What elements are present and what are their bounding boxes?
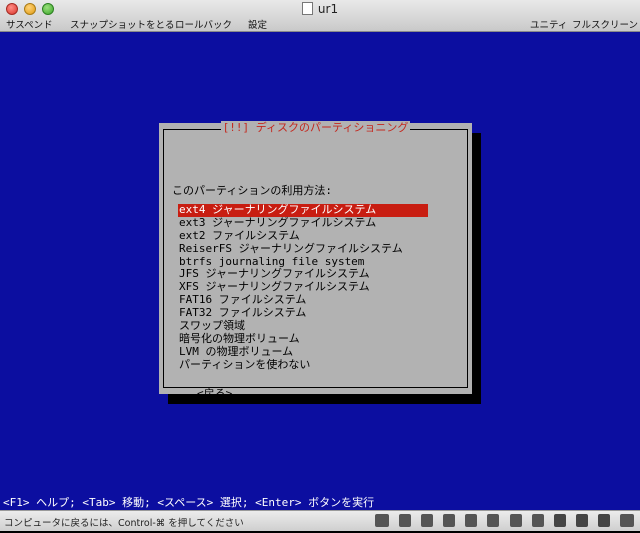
- option-item[interactable]: スワップ領域: [178, 319, 428, 333]
- option-item[interactable]: ext3 ジャーナリングファイルシステム: [178, 216, 428, 230]
- unity-button[interactable]: ユニティ: [530, 17, 567, 31]
- cd-icon[interactable]: [443, 514, 456, 527]
- fullscreen-button[interactable]: フルスクリーン: [572, 17, 638, 31]
- keyboard-icon[interactable]: [620, 514, 634, 527]
- device-icon-1[interactable]: [553, 514, 566, 527]
- option-item[interactable]: ext2 ファイルシステム: [178, 229, 428, 243]
- camera-icon[interactable]: [531, 514, 544, 527]
- document-icon: [301, 2, 313, 15]
- device-tray: [370, 514, 634, 528]
- device-icon-2[interactable]: [575, 514, 588, 527]
- option-item[interactable]: ext4 ジャーナリングファイルシステム: [178, 203, 428, 217]
- option-item[interactable]: ReiserFS ジャーナリングファイルシステム: [178, 242, 428, 256]
- option-item[interactable]: LVM の物理ボリューム: [178, 345, 428, 359]
- toolbar: サスペンド スナップショットをとる ロールバック 設定 ユニティ フルスクリーン: [0, 17, 640, 31]
- harddisk-icon[interactable]: [374, 514, 389, 527]
- vm-screen[interactable]: [!!] ディスクのパーティショニング このパーティションの利用方法: ext4…: [0, 32, 640, 510]
- partition-dialog: [!!] ディスクのパーティショニング このパーティションの利用方法: ext4…: [159, 121, 472, 400]
- window-title: ur1: [0, 2, 640, 16]
- help-line: <F1> ヘルプ; <Tab> 移動; <スペース> 選択; <Enter> ボ…: [3, 496, 375, 509]
- dialog-prompt: このパーティションの利用方法:: [172, 184, 332, 197]
- network-icon[interactable]: [465, 514, 478, 527]
- snapshot-button[interactable]: スナップショットをとる: [70, 17, 175, 31]
- back-button[interactable]: <戻る>: [197, 385, 232, 401]
- dialog-title: [!!] ディスクのパーティショニング: [220, 121, 411, 134]
- option-list: ext4 ジャーナリングファイルシステム ext3 ジャーナリングファイルシステム…: [178, 203, 428, 372]
- status-text: コンピュータに戻るには、Control-⌘ を押してください: [4, 518, 244, 529]
- device-icon-3[interactable]: [597, 514, 610, 527]
- option-item[interactable]: パーティションを使わない: [178, 358, 428, 372]
- suspend-button[interactable]: サスペンド: [6, 17, 53, 31]
- sound-icon[interactable]: [509, 514, 522, 527]
- bluetooth-icon[interactable]: [399, 514, 412, 527]
- settings-button[interactable]: 設定: [248, 17, 267, 31]
- rollback-button[interactable]: ロールバック: [175, 17, 232, 31]
- printer-icon[interactable]: [487, 514, 500, 527]
- window-titlebar: ur1 サスペンド スナップショットをとる ロールバック 設定 ユニティ フルス…: [0, 0, 640, 32]
- option-item[interactable]: 暗号化の物理ボリューム: [178, 332, 428, 346]
- status-bar: コンピュータに戻るには、Control-⌘ を押してください: [0, 510, 640, 531]
- usb-icon[interactable]: [421, 514, 434, 527]
- window-title-text: ur1: [317, 2, 339, 16]
